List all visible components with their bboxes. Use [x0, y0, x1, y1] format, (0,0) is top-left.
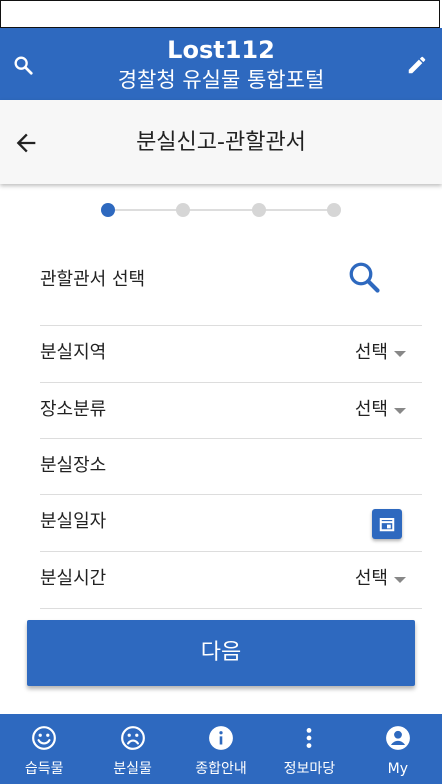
nav-label: 종합안내 — [195, 761, 247, 777]
app-title: Lost112 — [167, 36, 275, 64]
region-label: 분실지역 — [40, 342, 107, 363]
next-button[interactable]: 다음 — [27, 620, 415, 686]
step-line — [109, 209, 333, 211]
place-type-row[interactable]: 장소분류 선택 — [40, 383, 422, 439]
region-row[interactable]: 분실지역 선택 — [40, 326, 422, 383]
station-select-row[interactable]: 관할관서 선택 — [40, 251, 422, 326]
chevron-down-icon — [394, 408, 406, 414]
region-select[interactable]: 선택 — [355, 340, 388, 366]
time-label: 분실시간 — [40, 568, 107, 589]
sad-face-icon — [120, 726, 145, 750]
step-dot-2 — [176, 203, 190, 217]
nav-item-info[interactable]: 정보마당 — [265, 714, 353, 784]
date-label: 분실일자 — [40, 511, 107, 532]
nav-item-guide[interactable]: 종합안내 — [177, 714, 265, 784]
account-icon — [385, 726, 410, 750]
place-row[interactable]: 분실장소 — [40, 439, 422, 495]
step-indicator — [101, 203, 341, 217]
nav-item-found[interactable]: 습득물 — [0, 714, 88, 784]
bottom-nav: 습득물 분실물 종합안내 정보마당 My — [0, 714, 442, 784]
place-type-label: 장소분류 — [40, 399, 107, 420]
search-station-icon[interactable] — [346, 259, 382, 295]
pencil-icon[interactable] — [406, 54, 428, 76]
place-label: 분실장소 — [40, 455, 107, 476]
smile-icon — [32, 726, 57, 750]
nav-item-lost[interactable]: 분실물 — [88, 714, 176, 784]
chevron-down-icon — [394, 351, 406, 357]
step-dot-1 — [101, 203, 115, 217]
step-dot-3 — [252, 203, 266, 217]
step-dot-4 — [327, 203, 341, 217]
station-label: 관할관서 선택 — [40, 269, 146, 290]
nav-label: 정보마당 — [283, 761, 336, 777]
app-subtitle: 경찰청 유실물 통합포털 — [117, 68, 325, 92]
nav-label: 분실물 — [113, 761, 152, 777]
chevron-down-icon — [394, 577, 406, 583]
date-row[interactable]: 분실일자 — [40, 495, 422, 552]
page-title: 분실신고-관할관서 — [136, 130, 306, 155]
info-icon — [209, 726, 233, 750]
nav-label: My — [387, 761, 409, 777]
time-row[interactable]: 분실시간 선택 — [40, 552, 422, 609]
nav-label: 습득물 — [24, 761, 64, 777]
app-header: Lost112 경찰청 유실물 통합포털 — [0, 28, 442, 100]
more-vert-icon — [307, 728, 312, 748]
calendar-icon — [379, 518, 395, 532]
calendar-button[interactable] — [372, 509, 402, 539]
time-select[interactable]: 선택 — [355, 566, 388, 592]
nav-item-my[interactable]: My — [354, 714, 442, 784]
place-type-select[interactable]: 선택 — [355, 397, 388, 423]
status-strip — [0, 0, 440, 28]
sub-toolbar: 분실신고-관할관서 — [0, 100, 442, 184]
